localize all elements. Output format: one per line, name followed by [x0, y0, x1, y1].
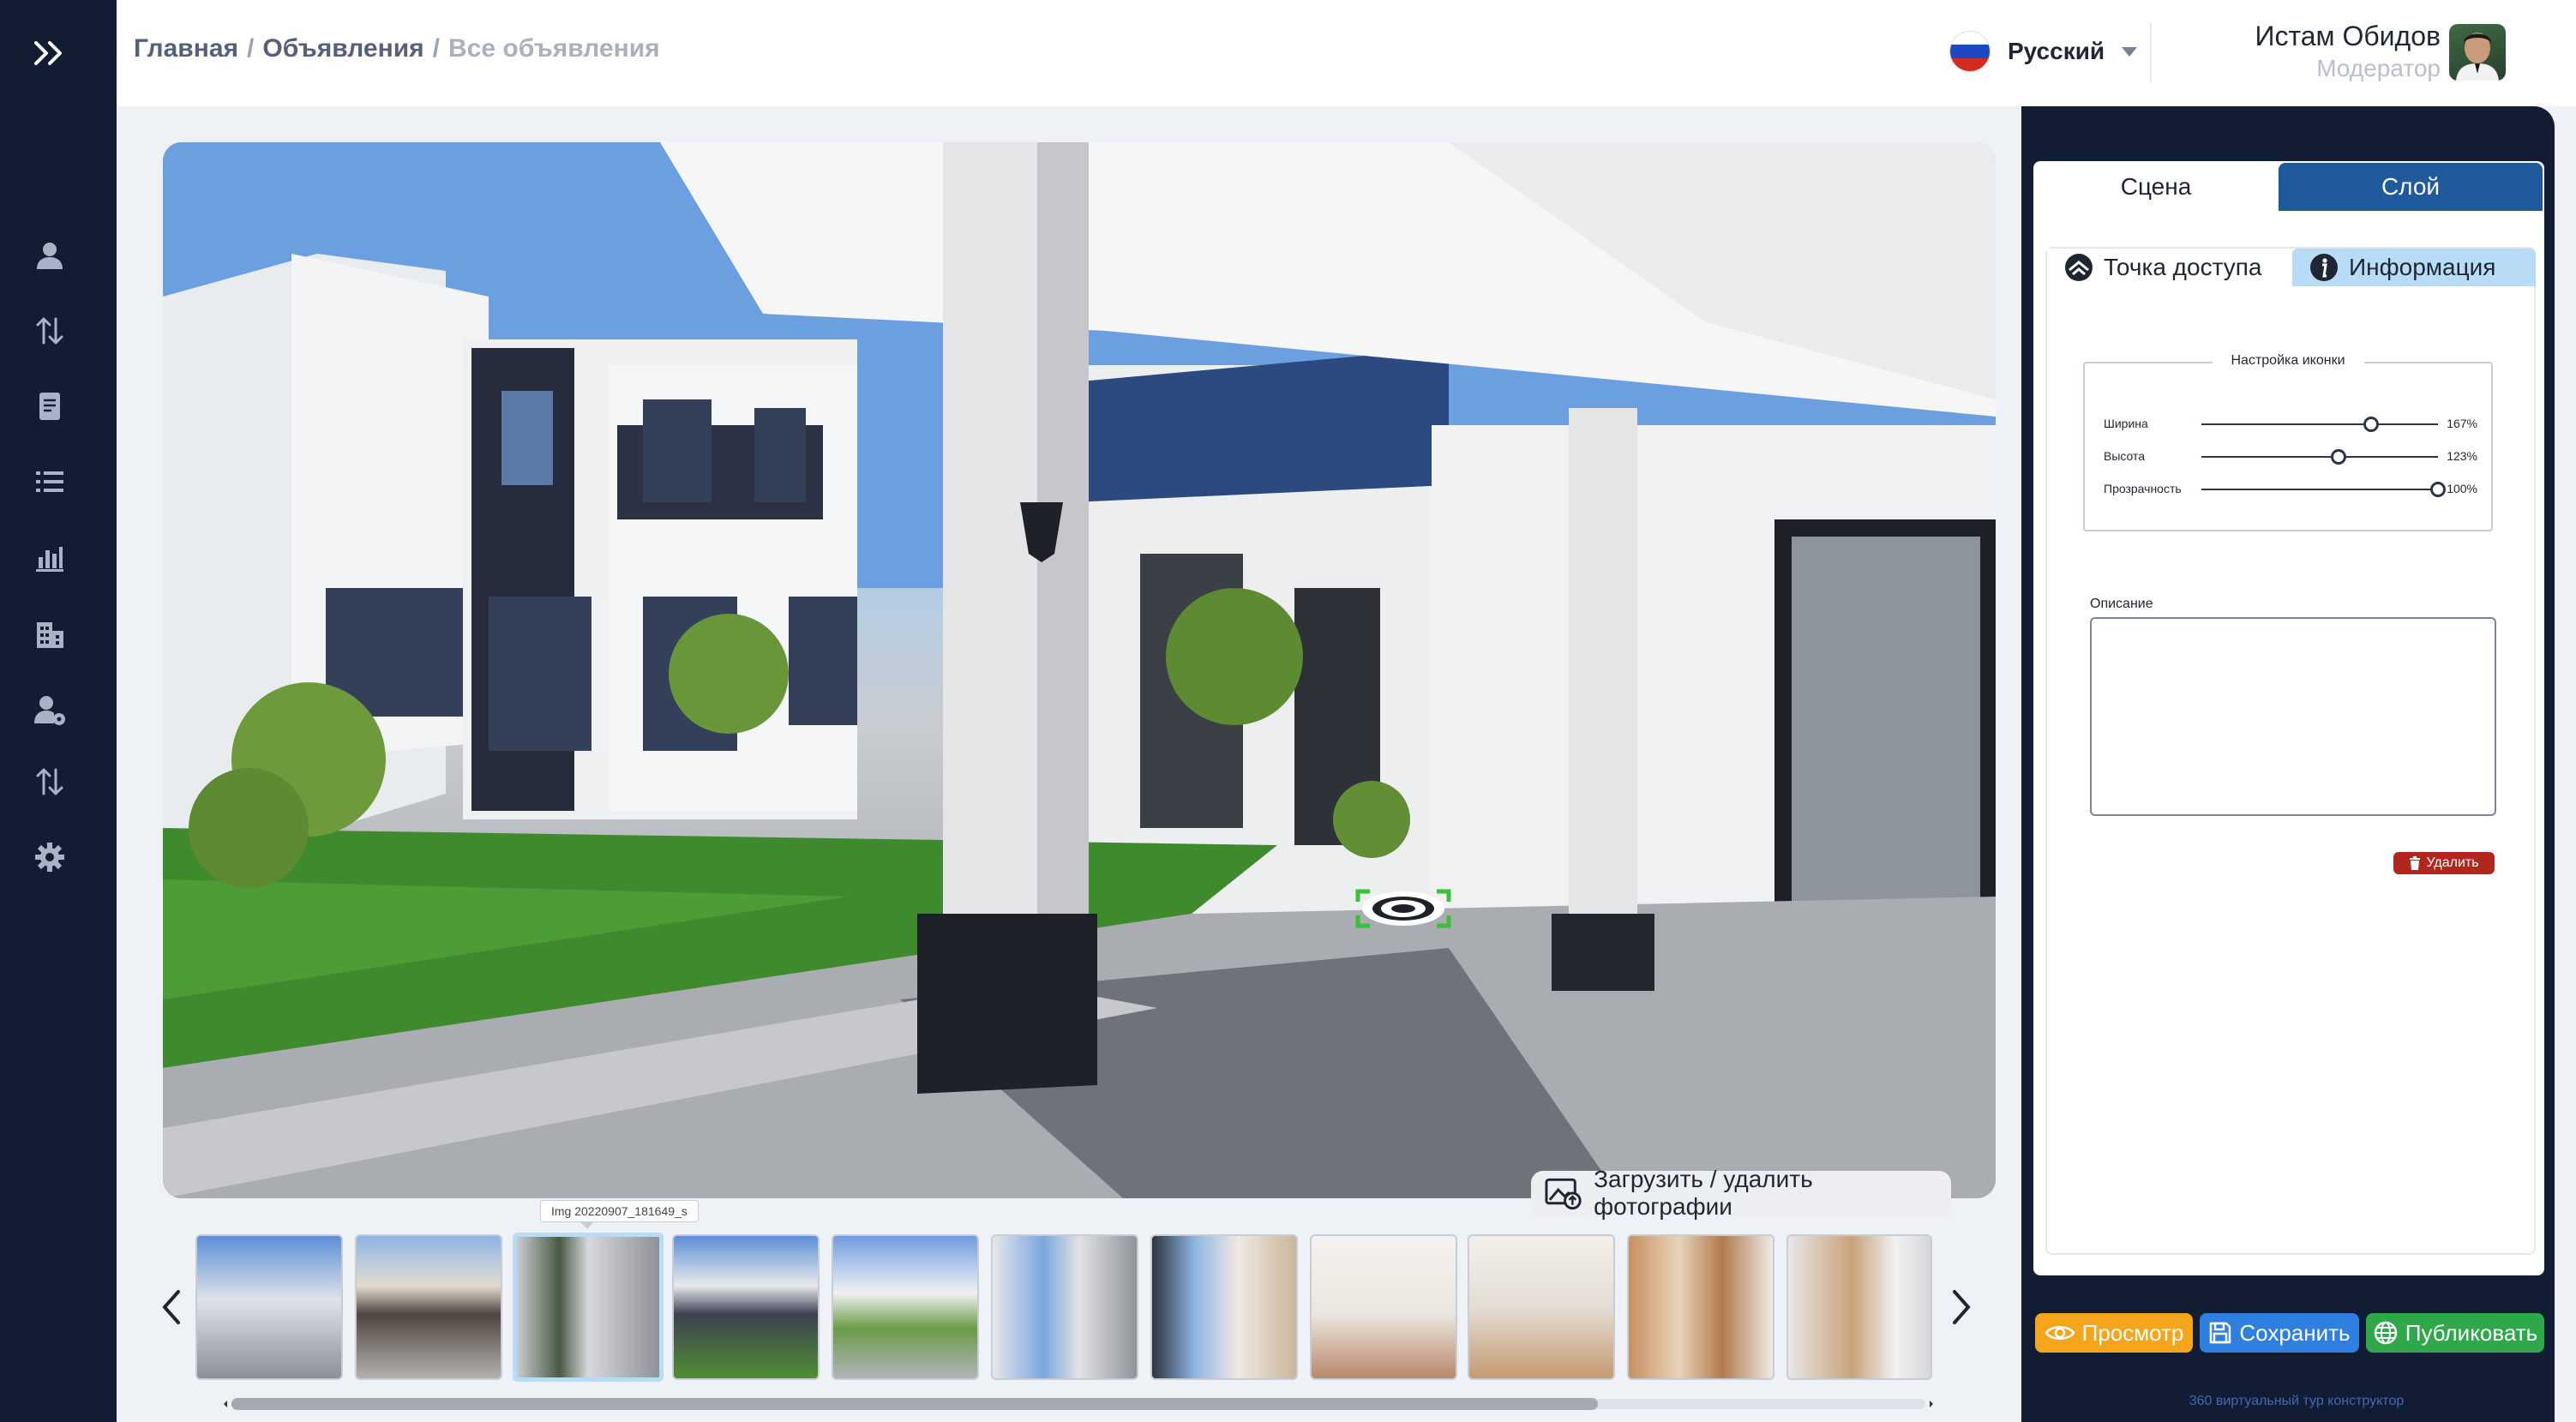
bar-chart-icon[interactable] — [31, 538, 69, 576]
expand-sidebar-icon[interactable] — [29, 33, 70, 74]
width-value: 167% — [2447, 417, 2477, 430]
opacity-label: Прозрачность — [2104, 482, 2182, 495]
upload-photos-button[interactable]: Загрузить / удалить фотографии — [1531, 1166, 1951, 1220]
height-value: 123% — [2447, 449, 2477, 463]
opacity-value: 100% — [2447, 482, 2477, 495]
height-slider-track[interactable] — [2201, 456, 2438, 458]
description-label: Описание — [2090, 597, 2153, 611]
subtab-access-point[interactable]: Точка доступа — [2047, 249, 2287, 286]
access-point-icon — [2065, 254, 2093, 281]
scene-thumbnail-active[interactable] — [513, 1233, 664, 1382]
scene-thumbnail[interactable] — [991, 1234, 1138, 1380]
subtab-information[interactable]: Информация — [2292, 249, 2536, 286]
hotspot-marker-icon[interactable] — [1353, 886, 1454, 931]
user-settings-icon[interactable] — [31, 691, 69, 729]
delete-label: Удалить — [2426, 855, 2479, 870]
preview-button[interactable]: Просмотр — [2035, 1313, 2193, 1353]
scene-thumbnail[interactable] — [672, 1234, 820, 1380]
width-label: Ширина — [2104, 417, 2148, 430]
icon-settings-title: Настройка иконки — [2212, 353, 2364, 368]
height-slider-row: Высота 123% — [2104, 447, 2477, 466]
transfer-arrows-icon[interactable] — [31, 763, 69, 801]
breadcrumb-separator: / — [247, 34, 255, 63]
subtab-access-point-label: Точка доступа — [2104, 254, 2262, 280]
gear-icon[interactable] — [31, 838, 69, 876]
trash-icon — [2410, 856, 2421, 870]
upload-photos-label: Загрузить / удалить фотографии — [1594, 1166, 1813, 1220]
opacity-slider-row: Прозрачность 100% — [2104, 480, 2477, 499]
scene-thumbnail[interactable] — [1150, 1234, 1298, 1380]
image-upload-icon — [1545, 1178, 1582, 1210]
breadcrumb-home[interactable]: Главная — [134, 34, 238, 63]
scene-thumbnail[interactable] — [1310, 1234, 1457, 1380]
user-icon[interactable] — [31, 237, 69, 274]
scroll-right-arrow-icon[interactable] — [1927, 1397, 1936, 1411]
breadcrumb-separator: / — [432, 34, 441, 63]
tab-layer[interactable]: Слой — [2279, 163, 2543, 211]
floppy-disk-icon — [2210, 1322, 2231, 1344]
russia-flag-icon — [1949, 31, 1991, 72]
scene-thumbnail[interactable] — [355, 1234, 502, 1380]
description-field[interactable] — [2090, 617, 2496, 816]
breadcrumb: Главная / Объявления / Все объявления — [134, 34, 660, 63]
user-name: Истам Обидов — [2255, 21, 2441, 51]
language-selector[interactable]: Русский — [1949, 31, 2138, 72]
thumbnail-tooltip: Img 20220907_181649_s — [540, 1200, 699, 1229]
avatar[interactable] — [2449, 24, 2506, 81]
publish-button[interactable]: Публиковать — [2366, 1313, 2544, 1353]
preview-label: Просмотр — [2081, 1319, 2184, 1346]
transfer-arrows-icon[interactable] — [31, 312, 69, 350]
scene-thumbnail[interactable] — [832, 1234, 979, 1380]
sidebar — [0, 0, 117, 1422]
eye-icon — [2045, 1326, 2075, 1340]
width-slider-row: Ширина 167% — [2104, 415, 2477, 434]
breadcrumb-current: Все объявления — [448, 34, 660, 63]
opacity-slider-track[interactable] — [2201, 489, 2438, 490]
list-icon[interactable] — [31, 463, 69, 501]
height-slider-handle[interactable] — [2331, 449, 2346, 465]
width-slider-handle[interactable] — [2363, 417, 2379, 432]
thumbnails-prev-button[interactable] — [154, 1286, 189, 1329]
scroll-left-arrow-icon[interactable] — [221, 1397, 230, 1411]
top-header: Главная / Объявления / Все объявления Ру… — [117, 0, 2576, 106]
scene-thumbnail[interactable] — [1627, 1234, 1774, 1380]
globe-icon — [2374, 1321, 2398, 1345]
language-label: Русский — [2008, 38, 2105, 64]
thumbnails-next-button[interactable] — [1944, 1286, 1979, 1329]
building-icon[interactable] — [31, 615, 69, 653]
footer-caption: 360 виртуальный тур конструктор — [2189, 1394, 2405, 1408]
subtab-information-label: Информация — [2349, 254, 2496, 280]
panorama-viewer[interactable] — [163, 142, 1996, 1198]
save-button[interactable]: Сохранить — [2200, 1313, 2359, 1353]
opacity-slider-handle[interactable] — [2430, 482, 2446, 497]
thumbnails-scrollbar[interactable] — [221, 1397, 1936, 1411]
header-divider — [2150, 22, 2152, 82]
scrollbar-thumb[interactable] — [231, 1398, 1598, 1410]
breadcrumb-listings[interactable]: Объявления — [262, 34, 423, 63]
save-label: Сохранить — [2239, 1319, 2351, 1346]
tab-scene[interactable]: Сцена — [2035, 163, 2277, 211]
delete-button[interactable]: Удалить — [2393, 852, 2495, 874]
scene-thumbnail[interactable] — [195, 1234, 343, 1380]
info-icon — [2310, 254, 2338, 281]
scene-thumbnail[interactable] — [1786, 1234, 1932, 1380]
width-slider-track[interactable] — [2201, 423, 2438, 425]
scene-thumbnail[interactable] — [1468, 1234, 1615, 1380]
document-icon[interactable] — [31, 387, 69, 425]
icon-settings-group: Настройка иконки Ширина 167% Высота 123%… — [2083, 353, 2493, 531]
user-role: Модератор — [2316, 55, 2441, 81]
chevron-down-icon — [2122, 46, 2138, 57]
publish-label: Публиковать — [2405, 1319, 2538, 1346]
height-label: Высота — [2104, 449, 2146, 463]
